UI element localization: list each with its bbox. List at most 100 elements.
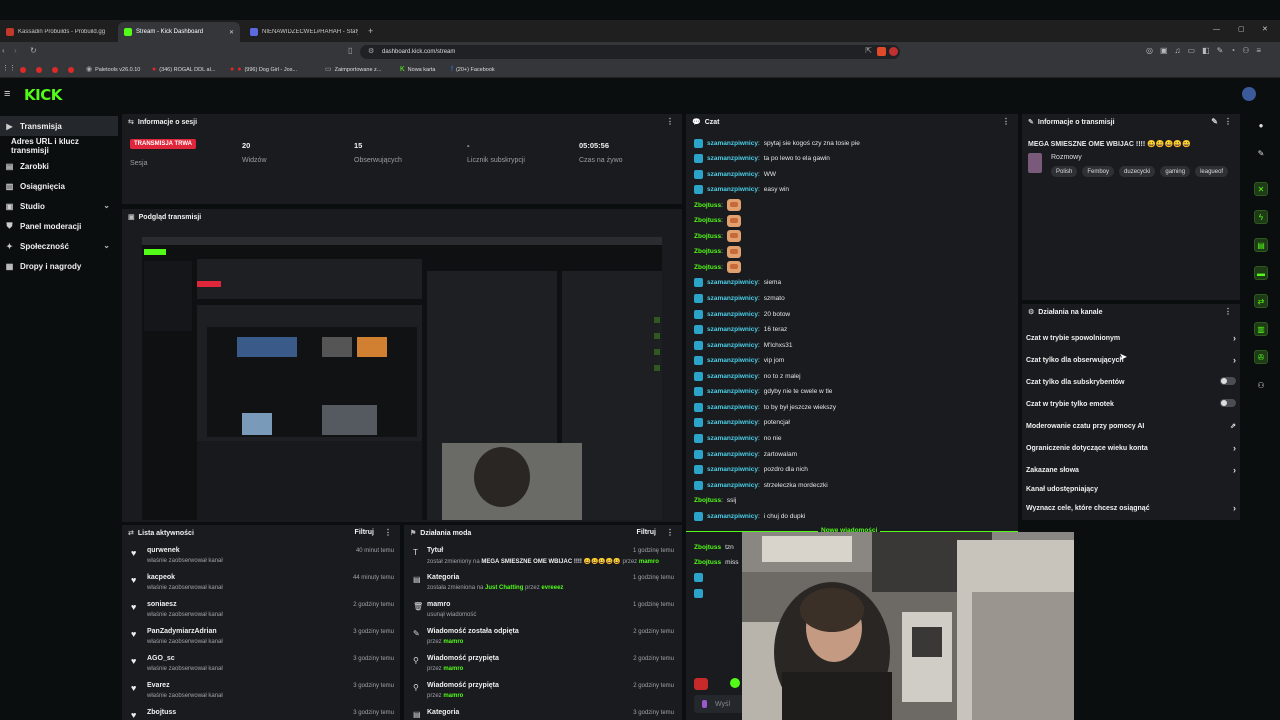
extension-icon[interactable]: ♫: [1175, 46, 1181, 55]
chat-username[interactable]: Zbojtuss: [694, 497, 721, 504]
extension-icon[interactable]: ▣: [1160, 46, 1168, 55]
chat-username[interactable]: szamanzpiwnicy: [707, 326, 758, 333]
sidebar-item-zarobki[interactable]: ▤ Zarobki: [0, 156, 118, 176]
kick-logo[interactable]: KICK: [24, 86, 62, 104]
chat-username[interactable]: szamanzpiwnicy: [707, 404, 758, 411]
back-icon[interactable]: ‹: [2, 46, 5, 56]
info-icon[interactable]: ●: [1254, 118, 1268, 132]
bookmark-doggirl[interactable]: ● ● (996) Dog Girl - Jos...: [230, 64, 297, 76]
sidebar-item-studio[interactable]: ▣ Studio ⌄: [0, 196, 118, 216]
activity-user[interactable]: Evarez: [147, 682, 170, 689]
more-icon[interactable]: ⋮: [384, 528, 392, 537]
window-close-icon[interactable]: ✕: [1262, 25, 1268, 33]
activity-user[interactable]: soniaesz: [147, 601, 177, 608]
bookmark-icon[interactable]: ▯: [348, 46, 352, 56]
widget-chat-icon[interactable]: ▬: [1254, 266, 1268, 280]
edit-icon[interactable]: ✎: [1211, 117, 1218, 126]
widget-target-icon[interactable]: ✕: [1254, 182, 1268, 196]
youtube-icon[interactable]: [36, 67, 42, 73]
chat-username[interactable]: szamanzpiwnicy: [707, 419, 758, 426]
chat-username[interactable]: szamanzpiwnicy: [707, 373, 758, 380]
sidebar-item-stream-key[interactable]: Adres URL i klucz transmisji: [0, 136, 118, 156]
ai-moderation-row[interactable]: Moderowanie czatu przy pomocy AI ⇗: [1026, 419, 1240, 433]
maximize-icon[interactable]: ▢: [1238, 25, 1245, 33]
chat-username[interactable]: szamanzpiwnicy: [707, 311, 758, 318]
tag-chip[interactable]: duzecycki: [1119, 166, 1156, 177]
mod-action-title[interactable]: mamro: [427, 601, 450, 608]
mod-action-user[interactable]: mamro: [443, 639, 463, 645]
emote-picker-icon[interactable]: [694, 678, 708, 690]
activity-user[interactable]: qurwenek: [147, 547, 180, 554]
mod-action-user[interactable]: evreeez: [541, 585, 563, 591]
subscribers-only-toggle[interactable]: [1220, 377, 1236, 385]
chat-username[interactable]: szamanzpiwnicy: [707, 155, 758, 162]
chat-username[interactable]: szamanzpiwnicy: [707, 435, 758, 442]
rewards-icon[interactable]: [889, 47, 898, 56]
bookmark-newtab[interactable]: K Nowa karta: [400, 64, 436, 76]
extension-icon[interactable]: ⚇: [1242, 46, 1249, 55]
youtube-icon[interactable]: [52, 67, 58, 73]
activity-user[interactable]: PanZadymiarzAdrian: [147, 628, 217, 635]
widget-wrench-icon[interactable]: ✇: [1254, 350, 1268, 364]
reload-icon[interactable]: ↻: [30, 46, 37, 56]
browser-tab-probuild[interactable]: Kassadin Probuilds - Probuild.gg: [0, 22, 118, 42]
tag-chip[interactable]: Polish: [1051, 166, 1078, 177]
slow-mode-row[interactable]: Czat w trybie spowolnionym ›: [1026, 331, 1240, 345]
sidebar-item-spolecznosc[interactable]: ✦ Społeczność ⌄: [0, 236, 118, 256]
sidebar-item-panel-moderacji[interactable]: ⛊ Panel moderacji: [0, 216, 118, 236]
chat-username[interactable]: szamanzpiwnicy: [707, 342, 758, 349]
sidebar-item-transmisja[interactable]: ▶ Transmisja: [0, 116, 118, 136]
sidebar-item-osiagniecia[interactable]: ▥ Osiągnięcia: [0, 176, 118, 196]
mod-action-user[interactable]: mamro: [443, 666, 463, 672]
site-info-icon[interactable]: ⚙: [368, 47, 374, 55]
chat-username[interactable]: Zbojtuss: [694, 264, 721, 271]
chat-username[interactable]: Zbojtuss: [694, 248, 721, 255]
activity-user[interactable]: AGO_sc: [147, 655, 175, 662]
menu-icon[interactable]: ≡: [1256, 46, 1261, 55]
banned-words-row[interactable]: Zakazane słowa ›: [1026, 463, 1240, 477]
extension-icon[interactable]: ✎: [1217, 46, 1224, 55]
close-icon[interactable]: ✕: [229, 29, 234, 36]
filter-button[interactable]: Filtruj: [355, 529, 374, 536]
youtube-icon[interactable]: [68, 67, 74, 73]
users-icon[interactable]: ⚇: [1254, 378, 1268, 392]
stream-preview-video[interactable]: [142, 237, 662, 520]
new-tab-icon[interactable]: +: [368, 26, 373, 36]
tag-chip[interactable]: gaming: [1160, 166, 1191, 177]
activity-user[interactable]: Zbojtuss: [147, 709, 176, 716]
account-age-row[interactable]: Ograniczenie dotyczące wieku konta ›: [1026, 441, 1240, 455]
chat-username[interactable]: szamanzpiwnicy: [707, 451, 758, 458]
tag-chip[interactable]: Femboy: [1082, 166, 1115, 177]
more-icon[interactable]: ⋮: [666, 117, 674, 126]
forward-icon[interactable]: ›: [14, 46, 17, 56]
extension-icon[interactable]: ◧: [1202, 46, 1210, 55]
browser-tab-kick[interactable]: Stream - Kick Dashboard ✕: [118, 22, 240, 42]
sidebar-item-dropy[interactable]: ▦ Dropy i nagrody: [0, 256, 118, 276]
extension-icon[interactable]: ◎: [1146, 46, 1153, 55]
chat-username[interactable]: szamanzpiwnicy: [707, 466, 758, 473]
browser-tab-stats[interactable]: NIENAWIDZECWEL#HAHAH - Staty: [244, 22, 364, 42]
share-icon[interactable]: ⇱: [865, 46, 872, 55]
extension-icon[interactable]: ▭: [1188, 46, 1196, 55]
avatar[interactable]: [1242, 87, 1256, 101]
emote-only-toggle[interactable]: [1220, 399, 1236, 407]
chat-username[interactable]: Zbojtuss: [694, 544, 721, 551]
url-field[interactable]: ⚙ dashboard.kick.com/stream ⇱: [360, 45, 900, 59]
activity-user[interactable]: kacpeok: [147, 574, 175, 581]
bookmark-imported[interactable]: ▭ Zaimportowane z...: [325, 64, 381, 76]
chat-username[interactable]: Zbojtuss: [694, 202, 721, 209]
chat-username[interactable]: Zbojtuss: [694, 233, 721, 240]
more-icon[interactable]: ⋮: [1224, 307, 1232, 316]
widget-bolt-icon[interactable]: ϟ: [1254, 210, 1268, 224]
goals-row[interactable]: Wyznacz cele, które chcesz osiągnąć ›: [1026, 501, 1240, 515]
widget-swap-icon[interactable]: ⇄: [1254, 294, 1268, 308]
brave-shield-icon[interactable]: [877, 47, 886, 56]
host-channel-row[interactable]: Kanał udostępniający: [1026, 482, 1240, 496]
bookmark-rogal[interactable]: ● (346) ROGAL DDL al...: [152, 64, 215, 76]
chat-username[interactable]: szamanzpiwnicy: [707, 171, 758, 178]
extension-icon[interactable]: ◔: [1230, 46, 1235, 55]
mod-action-user[interactable]: mamro: [443, 693, 463, 699]
filter-button[interactable]: Filtruj: [637, 529, 656, 536]
hamburger-menu-icon[interactable]: ≡: [4, 88, 10, 100]
bookmark-paletools[interactable]: ◉ Paletools v26.0.10: [86, 64, 140, 76]
